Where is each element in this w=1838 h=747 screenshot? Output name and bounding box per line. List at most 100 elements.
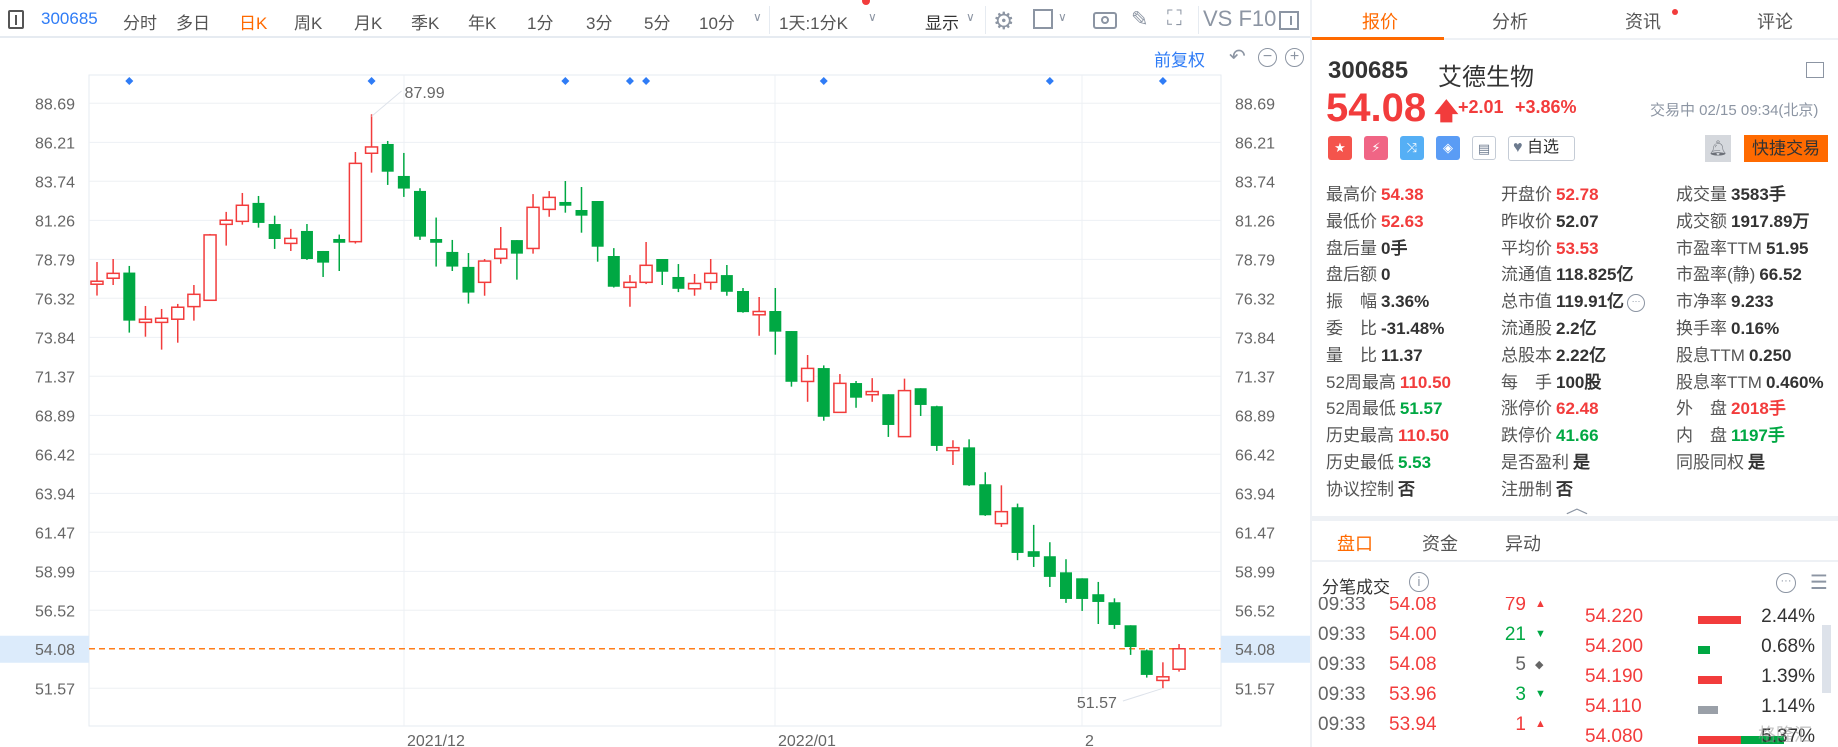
flash-icon[interactable]: ⚡: [1364, 136, 1388, 160]
stat-label: 委 比: [1326, 319, 1377, 338]
y-axis-label-right: 68.89: [1235, 408, 1275, 425]
china-flag-icon[interactable]: ★: [1328, 136, 1352, 160]
candlestick-chart[interactable]: 88.69 88.69 86.21 86.21 83.74 83.74 81.26 81.26…: [0, 0, 1310, 747]
candle: [703, 259, 718, 290]
quick-trade-button[interactable]: 快捷交易: [1744, 135, 1828, 162]
candle-body: [348, 162, 363, 243]
y-axis-label-left: 88.69: [35, 96, 75, 113]
candle-body: [397, 175, 410, 189]
candle: [897, 378, 912, 438]
stat-item: 流通股 2.2亿: [1501, 314, 1597, 339]
tab-quote[interactable]: 报价: [1362, 8, 1398, 34]
y-axis-label-left: 76.32: [35, 291, 75, 308]
x-axis-label: 2022/01: [778, 733, 836, 747]
stat-value: 2.2亿: [1556, 319, 1597, 338]
candle: [333, 234, 346, 271]
dist-price: 54.200: [1585, 636, 1644, 657]
stat-label: 成交额: [1676, 211, 1727, 231]
stat-value: 52.07: [1556, 211, 1599, 231]
stat-label: 昨收价: [1501, 211, 1552, 231]
candle: [720, 264, 733, 296]
stat-label: 是否盈利: [1501, 453, 1569, 472]
candle: [510, 240, 523, 280]
candle: [833, 374, 847, 414]
y-axis-label-left: 56.52: [35, 603, 75, 620]
stat-label: 历史最高: [1326, 426, 1394, 446]
candle-body: [219, 219, 233, 226]
watermark: 格隆汇: [1758, 725, 1812, 745]
candle: [607, 248, 620, 288]
stat-label: 股息率TTM: [1676, 372, 1762, 392]
candle: [1027, 524, 1040, 567]
candle: [559, 180, 572, 213]
stat-label: 盘后量: [1326, 238, 1377, 258]
candle-body: [672, 276, 685, 289]
stat-label: 52周最低: [1326, 399, 1396, 419]
candle-body: [300, 230, 313, 260]
stat-item: 注册制否: [1501, 475, 1573, 500]
price-change-pct: +3.86%: [1515, 97, 1577, 117]
candle-body: [123, 272, 136, 321]
candle-body: [1172, 648, 1186, 670]
y-axis-label-right: 78.79: [1235, 252, 1275, 269]
tab-unusual[interactable]: 异动: [1505, 530, 1541, 556]
info-icon[interactable]: i: [1409, 572, 1429, 592]
candle-body: [542, 196, 556, 211]
stat-value: 119.91亿: [1556, 292, 1625, 312]
shuffle-icon[interactable]: ⤨: [1400, 136, 1424, 160]
candle-body: [785, 331, 798, 382]
tab-comments[interactable]: 评论: [1757, 8, 1793, 34]
stat-item: 股息TTM 0.250: [1676, 341, 1791, 366]
candle-body: [235, 204, 250, 223]
stat-label: 每 手: [1501, 372, 1552, 392]
tag-icon[interactable]: ◈: [1436, 136, 1460, 160]
more-icon[interactable]: ···: [1627, 293, 1646, 312]
candle: [494, 227, 508, 264]
stat-value: 3583手: [1731, 185, 1786, 204]
tab-analysis[interactable]: 分析: [1492, 8, 1528, 34]
candle-body: [364, 146, 379, 155]
stat-label: 最低价: [1326, 211, 1377, 231]
volume-bar: [1698, 646, 1710, 654]
candle: [138, 305, 153, 337]
y-axis-label-left: 81.26: [35, 213, 75, 230]
tab-news[interactable]: 资讯: [1625, 8, 1661, 34]
candle-body: [559, 201, 572, 206]
tab-fund-flow[interactable]: 资金: [1422, 530, 1458, 556]
y-axis-label-right: 63.94: [1235, 486, 1275, 503]
stat-item: 昨收价 52.07: [1501, 207, 1599, 232]
stat-label: 市盈率TTM: [1676, 238, 1762, 258]
y-axis-label-right: 66.42: [1235, 447, 1275, 464]
candle-body: [1124, 625, 1137, 648]
list-view-icon[interactable]: ☰: [1810, 570, 1828, 595]
scrollbar[interactable]: [1822, 625, 1831, 693]
collapse-chevron-icon[interactable]: ︿: [1566, 494, 1588, 518]
ticks-title: 分笔成交: [1322, 578, 1390, 597]
dist-price: 54.220: [1585, 606, 1644, 627]
add-watchlist-button[interactable]: ♥ 自选: [1508, 136, 1575, 161]
candle: [364, 114, 379, 173]
candle-body: [817, 368, 830, 417]
y-axis-label-left: 63.94: [35, 486, 75, 503]
up-arrow-icon: 🡅: [1434, 98, 1459, 125]
y-axis-label-left: 61.47: [35, 525, 75, 542]
candle: [591, 201, 604, 262]
stat-value: 0.16%: [1731, 319, 1780, 338]
stat-value: 52.78: [1556, 185, 1599, 204]
candle-body: [687, 282, 702, 290]
menu-icon[interactable]: [1806, 62, 1824, 78]
candle: [785, 331, 798, 387]
tab-orderbook[interactable]: 盘口: [1337, 530, 1373, 556]
candle: [1011, 503, 1024, 561]
y-axis-label-left: 83.74: [35, 174, 75, 191]
bell-icon[interactable]: 🔔︎: [1705, 135, 1731, 162]
stat-item: 成交量 3583手: [1676, 180, 1786, 205]
candle: [252, 195, 265, 228]
y-axis-label-right: 83.74: [1235, 174, 1275, 191]
stat-value: 52.63: [1381, 211, 1424, 231]
note-icon[interactable]: ▤: [1472, 136, 1496, 160]
stat-value: 54.38: [1381, 185, 1424, 204]
more-icon[interactable]: ···: [1776, 573, 1796, 593]
candle-body: [106, 272, 120, 279]
stat-label: 盘后额: [1326, 265, 1377, 285]
